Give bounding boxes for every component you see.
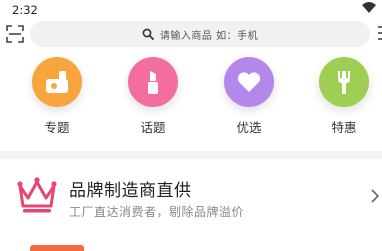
category-label: 话题 [140,120,166,135]
fork-icon [338,71,350,94]
category-label: 优选 [236,120,262,135]
category-grid: 专题 话题 优选 特惠 [0,57,382,142]
gift-box-icon [46,71,68,93]
status-icons [362,2,376,14]
section-divider [0,151,382,159]
category-item-special[interactable]: 专题 [22,57,92,136]
category-label: 特惠 [331,120,357,135]
category-icon-bg [319,57,369,107]
heart-icon [237,72,261,92]
brand-section-title: 品牌制造商直供 [69,181,192,201]
brand-section[interactable]: 品牌制造商直供 工厂直达消费者，剔除品牌溢价 [0,160,382,230]
crown-icon [17,177,57,213]
category-icon-bg [32,57,82,107]
category-item-selected[interactable]: 优选 [214,57,284,136]
status-bar: 2:32 [0,0,382,20]
lipstick-icon [148,71,158,94]
category-icon-bg [224,57,274,107]
chevron-right-icon[interactable] [370,188,380,204]
next-section-tab[interactable] [30,245,84,251]
wifi-icon [362,2,376,13]
status-time: 2:32 [12,3,38,17]
search-placeholder: 请输入商品 如：手机 [159,30,259,42]
scan-icon[interactable] [6,25,24,43]
brand-section-subtitle: 工厂直达消费者，剔除品牌溢价 [69,205,245,219]
category-item-deals[interactable]: 特惠 [309,57,379,136]
more-icon[interactable] [376,24,382,44]
search-icon [142,28,154,40]
category-icon-bg [128,57,178,107]
search-bar[interactable]: 请输入商品 如：手机 [30,21,370,47]
category-item-topic[interactable]: 话题 [118,57,188,136]
category-label: 专题 [44,120,70,135]
